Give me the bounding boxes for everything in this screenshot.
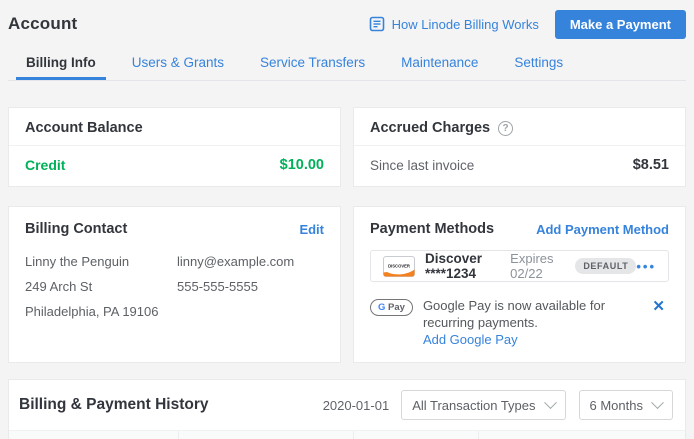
billing-contact-card: Billing Contact Edit Linny the Penguin 2… [8, 206, 341, 363]
top-bar-actions: How Linode Billing Works Make a Payment [369, 10, 686, 39]
billing-payment-history-panel: Billing & Payment History 2020-01-01 All… [8, 379, 686, 439]
credit-label: Credit [25, 157, 65, 173]
credit-amount: $10.00 [280, 157, 324, 173]
account-page: Account How Linode Billing Works Make a … [0, 10, 694, 439]
page-title: Account [8, 14, 77, 34]
history-title: Billing & Payment History [19, 396, 323, 414]
payment-methods-title: Payment Methods [370, 221, 494, 237]
table-header-row: Description Date Amount [9, 431, 685, 439]
document-icon [369, 16, 385, 32]
default-badge: DEFAULT [575, 258, 636, 274]
top-bar: Account How Linode Billing Works Make a … [8, 10, 686, 38]
google-pay-message: Google Pay is now available for recurrin… [423, 297, 648, 331]
help-icon[interactable]: ? [498, 121, 513, 136]
account-tab-bar: Billing Info Users & Grants Service Tran… [8, 50, 686, 81]
accrued-charges-card: Accrued Charges ? Since last invoice $8.… [353, 107, 686, 187]
close-icon[interactable]: ✕ [648, 297, 669, 316]
discover-card-icon: DISCOVER [383, 256, 415, 277]
contact-email: linny@example.com [177, 254, 294, 269]
transaction-type-value: All Transaction Types [412, 398, 535, 413]
contact-address-line2: Philadelphia, PA 19106 [25, 304, 177, 319]
history-date-value: 2020-01-01 [323, 398, 390, 413]
billing-contact-title: Billing Contact [25, 221, 127, 237]
chevron-down-icon [651, 396, 664, 409]
time-range-select[interactable]: 6 Months [579, 390, 673, 420]
since-last-invoice-label: Since last invoice [370, 158, 474, 173]
contact-phone: 555-555-5555 [177, 279, 294, 294]
chevron-down-icon [544, 396, 557, 409]
account-balance-card: Account Balance Credit $10.00 [8, 107, 341, 187]
add-payment-method-link[interactable]: Add Payment Method [536, 222, 669, 237]
column-header-description[interactable]: Description [9, 431, 178, 439]
edit-contact-link[interactable]: Edit [299, 222, 324, 237]
accrued-amount: $8.51 [633, 157, 669, 173]
tab-settings[interactable]: Settings [504, 50, 573, 80]
tab-service-transfers[interactable]: Service Transfers [250, 50, 375, 80]
how-linode-billing-works-link[interactable]: How Linode Billing Works [369, 16, 539, 32]
tab-billing-info[interactable]: Billing Info [16, 50, 106, 80]
history-header: Billing & Payment History 2020-01-01 All… [9, 380, 685, 430]
detail-cards-row: Billing Contact Edit Linny the Penguin 2… [8, 206, 686, 363]
google-pay-icon: G Pay [370, 299, 413, 316]
contact-name: Linny the Penguin [25, 254, 177, 269]
card-expiry: Expires 02/22 [510, 251, 564, 281]
payment-method-menu-icon[interactable]: ••• [636, 259, 656, 274]
account-balance-title: Account Balance [25, 120, 143, 136]
svg-text:DISCOVER: DISCOVER [388, 263, 410, 268]
payment-method-row: DISCOVER Discover ****1234 Expires 02/22… [370, 250, 669, 282]
google-pay-notice: G Pay Google Pay is now available for re… [370, 297, 669, 348]
billing-link-label: How Linode Billing Works [392, 17, 539, 32]
add-google-pay-link[interactable]: Add Google Pay [423, 332, 518, 347]
transaction-type-select[interactable]: All Transaction Types [401, 390, 565, 420]
column-header-actions [479, 431, 685, 439]
make-a-payment-button[interactable]: Make a Payment [555, 10, 686, 39]
contact-info: Linny the Penguin 249 Arch St Philadelph… [25, 254, 324, 319]
column-header-amount[interactable]: Amount [354, 431, 479, 439]
history-table: Description Date Amount Invoice #0001234… [9, 430, 685, 439]
tab-users-grants[interactable]: Users & Grants [122, 50, 234, 80]
time-range-value: 6 Months [590, 398, 643, 413]
payment-methods-card: Payment Methods Add Payment Method DISCO… [353, 206, 686, 363]
card-display-name: Discover ****1234 [425, 251, 501, 281]
column-header-date[interactable]: Date [178, 431, 354, 439]
summary-cards-row: Account Balance Credit $10.00 Accrued Ch… [8, 107, 686, 187]
tab-maintenance[interactable]: Maintenance [391, 50, 488, 80]
contact-address-line1: 249 Arch St [25, 279, 177, 294]
accrued-charges-title: Accrued Charges [370, 120, 490, 136]
